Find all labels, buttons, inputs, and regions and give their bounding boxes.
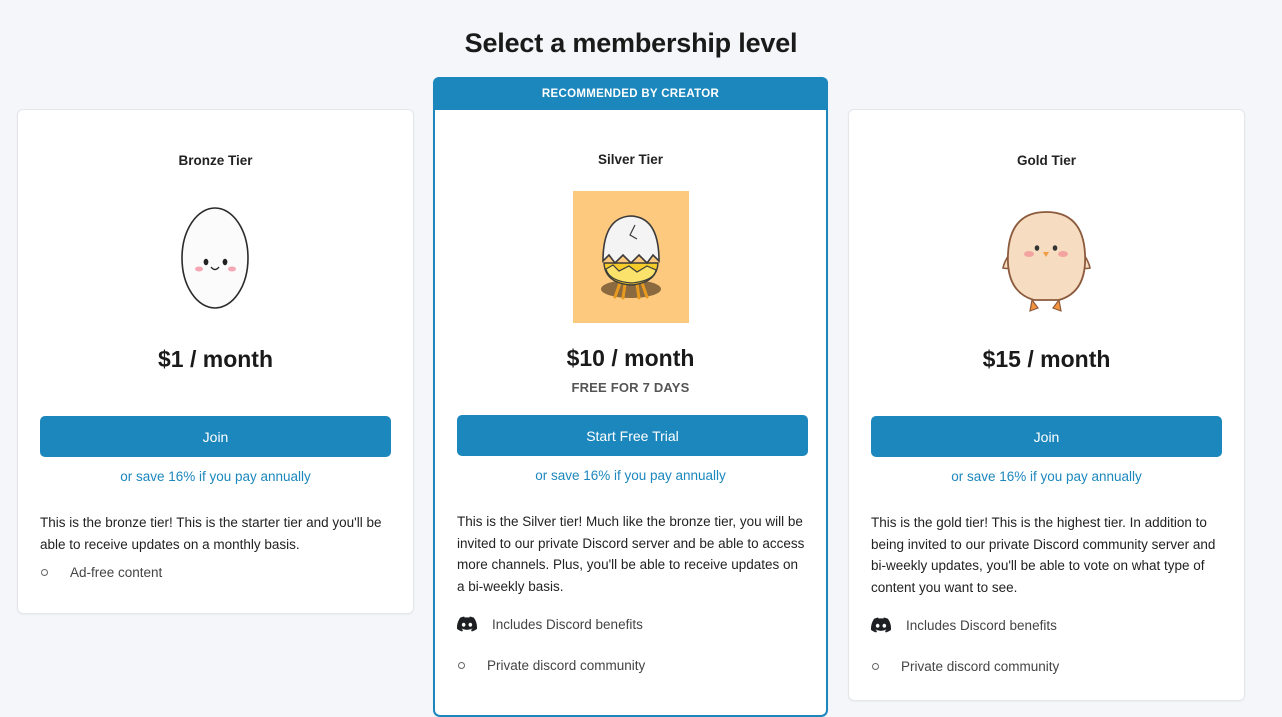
benefit-label: Ad-free content	[70, 565, 163, 580]
start-free-trial-button[interactable]: Start Free Trial	[457, 415, 808, 456]
save-annually-link[interactable]: or save 16% if you pay annually	[18, 469, 413, 484]
join-button[interactable]: Join	[40, 416, 391, 457]
tier-description: This is the bronze tier! This is the sta…	[40, 515, 382, 552]
benefit-item: Private discord community	[457, 658, 807, 673]
egg-mascot-image	[180, 206, 250, 316]
tier-name: Gold Tier	[1016, 153, 1076, 168]
benefit-label: Includes Discord benefits	[906, 617, 1057, 633]
tier-card-gold: Gold Tier $15 / month Join or save 16% i…	[848, 109, 1245, 701]
bullet-icon	[41, 569, 48, 576]
tier-description: This is the Silver tier! Much like the b…	[457, 514, 805, 594]
page-title: Select a membership level	[464, 28, 798, 58]
discord-benefit-item: Includes Discord benefits	[457, 616, 807, 632]
hatching-chick-image	[573, 191, 689, 328]
benefit-item: Ad-free content	[40, 565, 390, 580]
discord-benefit-item: Includes Discord benefits	[871, 617, 1221, 633]
tier-name: Bronze Tier	[178, 153, 253, 168]
discord-icon	[871, 617, 891, 633]
join-button[interactable]: Join	[871, 416, 1222, 457]
bullet-icon	[872, 663, 879, 670]
benefit-label: Private discord community	[901, 659, 1060, 674]
recommended-badge: RECOMMENDED BY CREATOR	[433, 77, 828, 110]
save-annually-link[interactable]: or save 16% if you pay annually	[435, 468, 826, 483]
discord-icon	[457, 616, 477, 632]
tier-name: Silver Tier	[597, 152, 664, 167]
tier-price: $1 / month	[157, 346, 273, 372]
benefit-item: Private discord community	[871, 659, 1221, 674]
bullet-icon	[458, 662, 465, 669]
benefit-label: Includes Discord benefits	[492, 616, 643, 632]
tier-price: $10 / month	[566, 345, 695, 371]
chick-mascot-image	[999, 208, 1094, 321]
tier-card-silver: RECOMMENDED BY CREATOR Silver Tier $10 /…	[433, 77, 828, 717]
free-trial-label: FREE FOR 7 DAYS	[571, 380, 690, 395]
save-annually-link[interactable]: or save 16% if you pay annually	[849, 469, 1244, 484]
tier-card-bronze: Bronze Tier $1 / month Join or save 16% …	[17, 109, 414, 614]
tier-description: This is the gold tier! This is the highe…	[871, 515, 1216, 595]
benefit-label: Private discord community	[487, 658, 646, 673]
tier-price: $15 / month	[982, 346, 1111, 372]
